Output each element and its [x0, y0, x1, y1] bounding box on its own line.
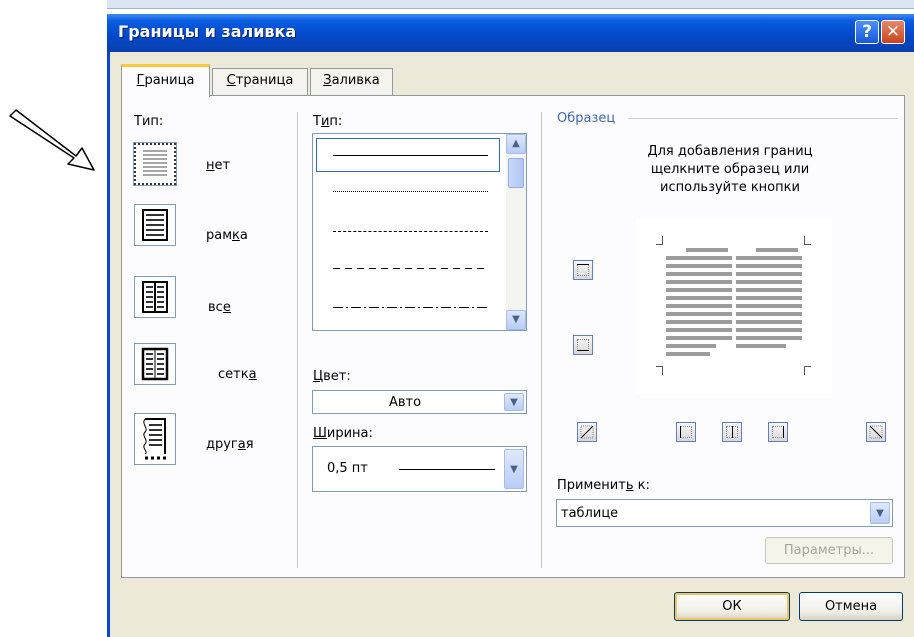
width-value: 0,5 пт: [327, 461, 368, 476]
tab-borders[interactable]: Граница: [121, 64, 210, 97]
style-item-dashed[interactable]: [333, 268, 488, 269]
setting-grid[interactable]: сетка: [134, 343, 304, 387]
border-left-icon: [680, 426, 681, 438]
bottom-border-button[interactable]: [573, 335, 593, 355]
cancel-button[interactable]: Отмена: [799, 592, 903, 621]
scroll-down-button[interactable]: ▼: [506, 310, 526, 330]
style-item-dotted[interactable]: [333, 191, 488, 192]
color-label: Цвет:: [313, 369, 351, 384]
setting-all-label: все: [208, 300, 231, 315]
diagonal-down-border-button[interactable]: [866, 422, 886, 442]
border-top-icon: [577, 264, 589, 265]
border-custom-icon: [134, 413, 176, 465]
border-box-icon: [134, 204, 176, 246]
preview-sample[interactable]: [636, 218, 832, 394]
border-grid-icon: [134, 343, 176, 385]
setting-grid-label: сетка: [218, 367, 257, 382]
setting-custom[interactable]: другая: [134, 413, 304, 469]
width-sample-line: [399, 469, 495, 470]
left-border-button[interactable]: [676, 422, 696, 442]
diagonal-down-icon: [869, 425, 883, 439]
options-button[interactable]: Параметры...: [765, 537, 893, 564]
preview-label: Образец: [557, 111, 616, 126]
diagonal-up-icon: [580, 425, 594, 439]
border-none-icon: [133, 142, 177, 186]
chevron-down-icon[interactable]: ▼: [504, 393, 524, 411]
apply-to-value: таблице: [561, 506, 619, 521]
style-item-dash-dot[interactable]: [333, 307, 488, 308]
setting-box[interactable]: рамка: [134, 204, 304, 248]
chevron-down-icon[interactable]: ▼: [504, 449, 524, 489]
tab-shading[interactable]: Заливка: [310, 68, 393, 95]
chevron-down-icon[interactable]: ▼: [870, 502, 890, 524]
scroll-up-button[interactable]: ▲: [506, 134, 526, 154]
color-value: Авто: [389, 395, 422, 410]
apply-to-label: Применить к:: [557, 478, 650, 493]
dialog-title: Границы и заливка: [118, 22, 297, 41]
preview-group-line: [628, 118, 898, 119]
border-all-icon: [134, 276, 176, 318]
border-bottom-icon: [577, 350, 589, 351]
inside-vertical-border-button[interactable]: [722, 422, 742, 442]
tab-page-border[interactable]: Страница: [212, 68, 308, 95]
ok-button[interactable]: ОК: [674, 592, 790, 621]
pointer-arrow-icon: [9, 109, 95, 171]
style-label: Тип:: [313, 114, 343, 129]
setting-none-label: нет: [206, 158, 231, 173]
style-item-solid[interactable]: [333, 155, 488, 156]
setting-custom-label: другая: [206, 437, 254, 452]
width-label: Ширина:: [313, 426, 373, 441]
setting-none[interactable]: нет: [133, 142, 304, 187]
setting-box-label: рамка: [206, 228, 248, 243]
width-dropdown[interactable]: 0,5 пт ▼: [312, 446, 527, 492]
setting-label: Тип:: [134, 114, 164, 129]
help-button[interactable]: ?: [855, 20, 879, 44]
background-window-strip: [107, 0, 914, 9]
border-inside-vertical-icon: [732, 426, 733, 438]
apply-to-dropdown[interactable]: таблице ▼: [556, 499, 893, 527]
scroll-thumb[interactable]: [508, 158, 524, 188]
diagonal-up-border-button[interactable]: [577, 422, 597, 442]
style-item-dash-small[interactable]: [333, 231, 488, 232]
separator-right: [541, 112, 542, 568]
setting-all[interactable]: все: [134, 276, 304, 320]
border-right-icon: [783, 426, 784, 438]
preview-hint: Для добавления границ щелкните образец и…: [647, 144, 813, 195]
right-border-button[interactable]: [768, 422, 788, 442]
top-border-button[interactable]: [573, 260, 593, 280]
close-button[interactable]: ✕: [881, 20, 905, 44]
color-dropdown[interactable]: Авто ▼: [312, 390, 527, 414]
